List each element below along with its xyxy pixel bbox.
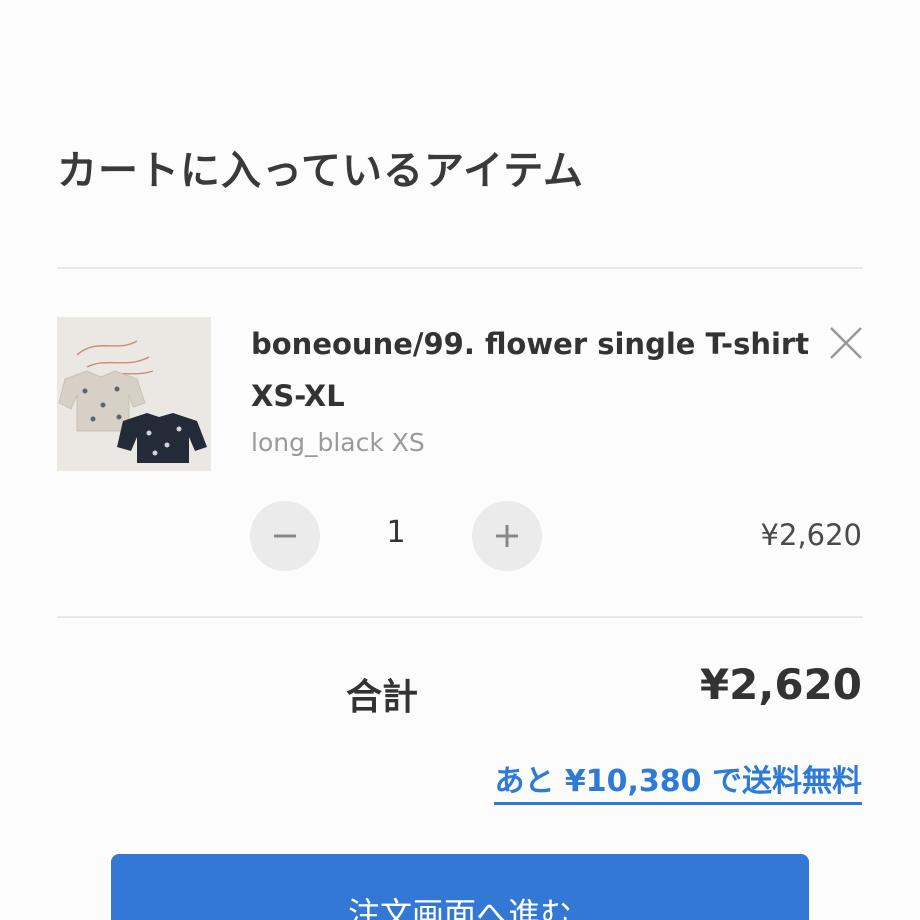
product-variant: long_black XS	[251, 428, 425, 457]
page-title: カートに入っているアイテム	[57, 148, 584, 194]
minus-icon	[274, 534, 296, 538]
total-label: 合計	[346, 677, 419, 718]
divider-top	[57, 267, 863, 269]
product-name[interactable]: boneoune/99. flower single T-shirt XS-XL	[251, 318, 811, 422]
free-shipping-link[interactable]: あと ¥10,380 で送料無料	[494, 756, 862, 805]
product-thumbnail[interactable]	[57, 317, 211, 471]
total-value: ¥2,620	[699, 660, 862, 709]
divider-bottom	[57, 616, 863, 618]
decrement-quantity-button[interactable]	[250, 501, 320, 571]
remove-item-button[interactable]	[826, 323, 866, 363]
item-price: ¥2,620	[760, 518, 862, 552]
product-name-line2: XS-XL	[251, 379, 345, 413]
cart-page: カートに入っているアイテム boneoune/99. flower single…	[0, 0, 920, 920]
checkout-button[interactable]: 注文画面へ進む	[111, 854, 809, 920]
quantity-value: 1	[386, 515, 406, 550]
increment-quantity-button[interactable]	[472, 501, 542, 571]
plus-icon	[496, 525, 518, 547]
product-name-line1: boneoune/99. flower single T-shirt	[251, 327, 810, 361]
close-icon	[830, 327, 862, 359]
